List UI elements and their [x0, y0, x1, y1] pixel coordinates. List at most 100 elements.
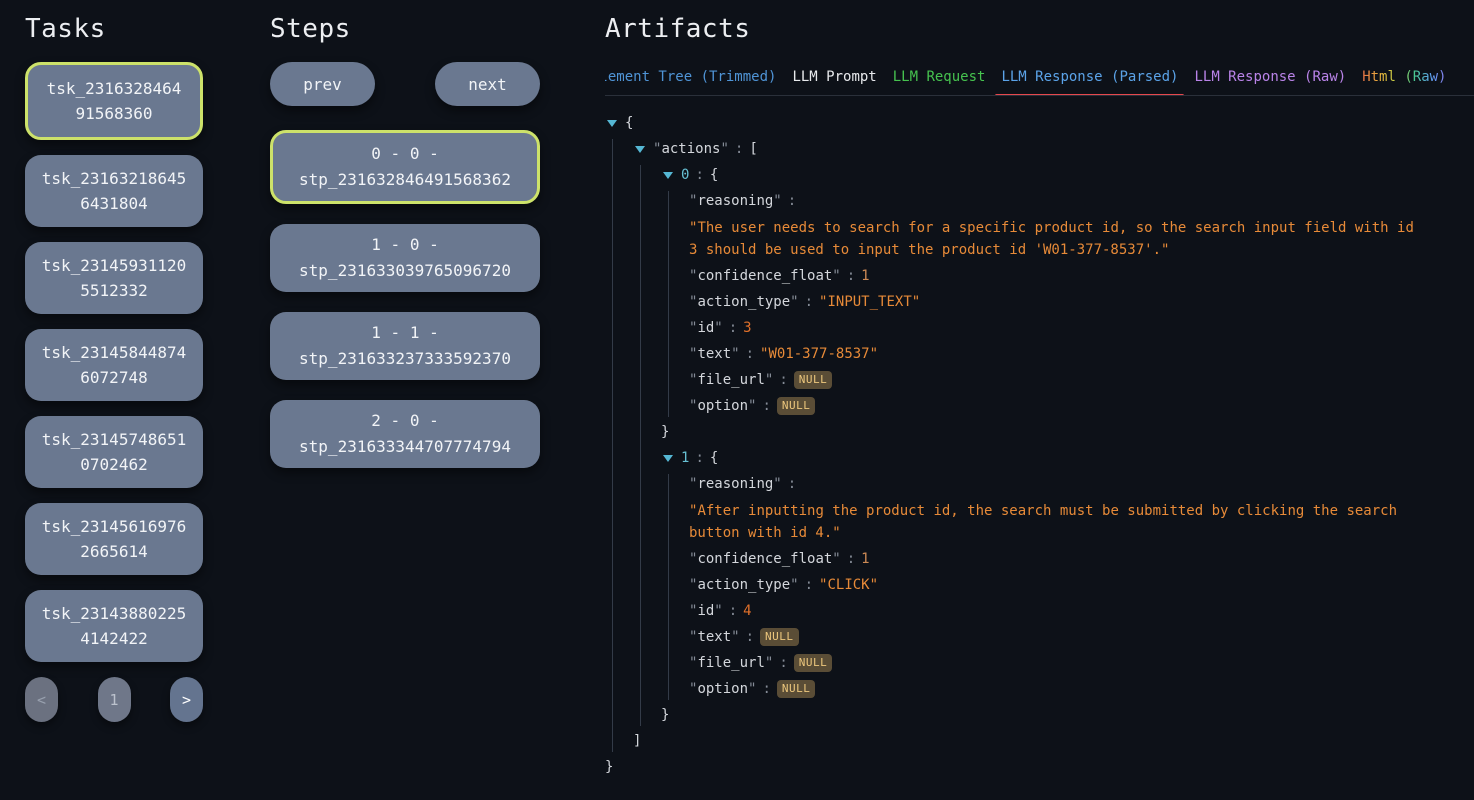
artifacts-panel: Artifacts Element Tree (Trimmed) LLM Pro…	[605, 14, 1474, 783]
json-level-3: reasoning: After inputting the product i…	[668, 474, 1474, 700]
json-key: option	[689, 398, 756, 414]
step-button[interactable]: 2 - 0 - stp_231633344707774794	[270, 400, 540, 468]
close-brace: }	[605, 759, 613, 775]
json-key-row: file_url: NULL	[689, 653, 1474, 674]
json-key-row: id:3	[689, 318, 1474, 339]
task-button[interactable]: tsk_231458448746072748	[25, 329, 203, 401]
json-key-row: option: NULL	[689, 679, 1474, 700]
json-closer-row: ]	[633, 731, 1474, 752]
tab-llm-request[interactable]: LLM Request	[885, 63, 994, 95]
null-badge: NULL	[794, 371, 833, 389]
colon: :	[805, 294, 813, 310]
null-badge: NULL	[794, 654, 833, 672]
prev-step-button[interactable]: prev	[270, 62, 375, 106]
task-button[interactable]: tsk_231632846491568360	[25, 62, 203, 140]
json-string-value: W01-377-8537	[760, 346, 878, 362]
json-int-value: 3	[743, 320, 751, 336]
colon: :	[847, 268, 855, 284]
json-key: action_type	[689, 577, 799, 593]
close-brace: }	[661, 424, 669, 440]
json-key-row: file_url:NULL	[689, 370, 1474, 391]
colon: :	[762, 681, 770, 697]
colon: :	[779, 655, 787, 671]
json-key: confidence_float	[689, 268, 841, 284]
close-bracket: ]	[633, 733, 641, 749]
task-button[interactable]: tsk_231438802254142422	[25, 590, 203, 662]
tab-llm-response-raw[interactable]: LLM Response (Raw)	[1186, 63, 1354, 95]
task-button[interactable]: tsk_231459311205512332	[25, 242, 203, 314]
colon: :	[779, 372, 787, 388]
array-index: 1	[681, 450, 689, 466]
tab-llm-prompt[interactable]: LLM Prompt	[784, 63, 884, 95]
json-key-row: id:4	[689, 601, 1474, 622]
json-int-value: 4	[743, 603, 751, 619]
tab-html-raw[interactable]: Html (Raw)	[1354, 63, 1454, 95]
json-key-row: confidence_float:1	[689, 266, 1474, 287]
json-key-row: text:W01-377-8537	[689, 344, 1474, 365]
colon: :	[762, 398, 770, 414]
task-button[interactable]: tsk_231456169762665614	[25, 503, 203, 575]
task-button[interactable]: tsk_231632186456431804	[25, 155, 203, 227]
current-page-button[interactable]: 1	[98, 677, 131, 722]
json-key: id	[689, 320, 723, 336]
task-button[interactable]: tsk_231457486510702462	[25, 416, 203, 488]
step-nav: prev next	[270, 62, 540, 106]
artifacts-tabbar: Element Tree (Trimmed) LLM Prompt LLM Re…	[605, 62, 1474, 96]
json-actions-row: actions:[	[633, 139, 1474, 160]
json-closer-row: }	[661, 422, 1474, 443]
json-level-2: 0:{ reasoning: The user needs to search …	[640, 165, 1474, 726]
step-list: 0 - 0 - stp_231632846491568362 1 - 0 - s…	[270, 130, 540, 468]
collapse-arrow-icon[interactable]	[607, 120, 617, 127]
colon: :	[735, 141, 743, 157]
tasks-panel: Tasks tsk_231632846491568360 tsk_2316321…	[25, 14, 203, 783]
json-key: file_url	[689, 655, 773, 671]
collapse-arrow-icon[interactable]	[663, 172, 673, 179]
open-brace: {	[625, 115, 633, 131]
json-root-row: {	[605, 113, 1474, 134]
open-brace: {	[710, 167, 718, 183]
tab-llm-response-parsed[interactable]: LLM Response (Parsed)	[993, 63, 1186, 95]
json-closer-row: }	[605, 757, 1474, 778]
json-key: confidence_float	[689, 551, 841, 567]
tab-element-tree-trimmed[interactable]: Element Tree (Trimmed)	[605, 63, 784, 95]
json-string-value: CLICK	[819, 577, 878, 593]
null-badge: NULL	[777, 680, 816, 698]
open-bracket: [	[749, 141, 757, 157]
prev-page-button[interactable]: <	[25, 677, 58, 722]
tasks-pagination: < 1 >	[25, 677, 203, 722]
colon: :	[788, 476, 796, 492]
steps-title: Steps	[270, 14, 540, 44]
json-key-row: reasoning:	[689, 474, 1474, 495]
json-string-value: After inputting the product id, the sear…	[689, 500, 1421, 544]
steps-panel: Steps prev next 0 - 0 - stp_231632846491…	[270, 14, 540, 783]
json-key-row: action_type: CLICK	[689, 575, 1474, 596]
json-string-value: INPUT_TEXT	[819, 294, 920, 310]
colon: :	[847, 551, 855, 567]
step-button[interactable]: 1 - 0 - stp_231633039765096720	[270, 224, 540, 292]
step-button[interactable]: 0 - 0 - stp_231632846491568362	[270, 130, 540, 204]
colon: :	[746, 629, 754, 645]
json-key: option	[689, 681, 756, 697]
colon: :	[729, 320, 737, 336]
open-brace: {	[710, 450, 718, 466]
colon: :	[805, 577, 813, 593]
tasks-title: Tasks	[25, 14, 203, 44]
colon: :	[695, 167, 703, 183]
json-float-value: 1	[861, 551, 869, 567]
colon: :	[746, 346, 754, 362]
json-index-row: 0:{	[661, 165, 1474, 186]
close-brace: }	[661, 707, 669, 723]
task-list: tsk_231632846491568360 tsk_2316321864564…	[25, 62, 203, 662]
json-level-1: actions:[ 0:{ reasoning: The user needs …	[612, 139, 1474, 752]
next-page-button[interactable]: >	[170, 677, 203, 722]
json-key: reasoning	[689, 193, 782, 209]
json-key: reasoning	[689, 476, 782, 492]
collapse-arrow-icon[interactable]	[663, 455, 673, 462]
colon: :	[729, 603, 737, 619]
step-button[interactable]: 1 - 1 - stp_231633237333592370	[270, 312, 540, 380]
next-step-button[interactable]: next	[435, 62, 540, 106]
app-root: Tasks tsk_231632846491568360 tsk_2316321…	[0, 0, 1474, 783]
collapse-arrow-icon[interactable]	[635, 146, 645, 153]
json-key-row: confidence_float:1	[689, 549, 1474, 570]
json-index-row: 1:{	[661, 448, 1474, 469]
